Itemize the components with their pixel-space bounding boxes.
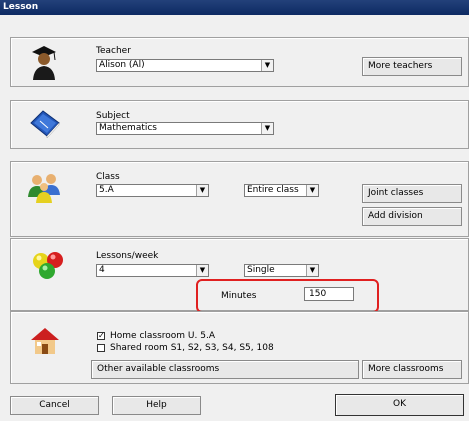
rooms-panel: ✓ Home classroom U. 5.A Shared room S1, … — [10, 311, 469, 384]
chevron-down-icon[interactable]: ▼ — [196, 185, 208, 196]
more-teachers-button[interactable]: More teachers — [362, 57, 462, 76]
subject-label: Subject — [96, 111, 130, 121]
joint-classes-button[interactable]: Joint classes — [362, 184, 462, 203]
class-label: Class — [96, 172, 120, 182]
teacher-select[interactable]: Alison (Al) ▼ — [96, 59, 274, 72]
teacher-icon — [32, 46, 56, 80]
window-title: Lesson — [0, 0, 469, 15]
class-select-value: 5.A — [99, 185, 114, 195]
chevron-down-icon[interactable]: ▼ — [306, 265, 318, 276]
lessons-per-week-label: Lessons/week — [96, 251, 159, 261]
lesson-dialog: Teacher Alison (Al) ▼ More teachers Subj… — [0, 15, 469, 421]
shared-room-checkbox[interactable] — [97, 344, 105, 352]
subject-select[interactable]: Mathematics ▼ — [96, 122, 274, 135]
teacher-select-value: Alison (Al) — [99, 60, 145, 70]
lessons-count-select[interactable]: 4 ▼ — [96, 264, 209, 277]
house-icon — [31, 328, 59, 354]
class-panel: Class 5.A ▼ Entire class ▼ Joint classes… — [10, 161, 469, 237]
lesson-type-value: Single — [247, 265, 275, 275]
lessons-panel: Lessons/week 4 ▼ Single ▼ Minutes 150 — [10, 238, 469, 313]
subject-select-value: Mathematics — [99, 123, 157, 133]
teacher-label: Teacher — [96, 46, 131, 56]
chevron-down-icon[interactable]: ▼ — [261, 60, 273, 71]
home-classroom-checkbox[interactable]: ✓ — [97, 332, 105, 340]
other-classrooms-button[interactable]: Other available classrooms — [91, 360, 359, 379]
shared-room-label: Shared room S1, S2, S3, S4, S5, 108 — [110, 343, 274, 353]
lesson-type-select[interactable]: Single ▼ — [244, 264, 319, 277]
add-division-button[interactable]: Add division — [362, 207, 462, 226]
lessons-count-value: 4 — [99, 265, 105, 275]
help-button[interactable]: Help — [112, 396, 201, 415]
class-scope-value: Entire class — [247, 185, 299, 195]
chevron-down-icon[interactable]: ▼ — [196, 265, 208, 276]
teacher-panel: Teacher Alison (Al) ▼ More teachers — [10, 37, 469, 87]
class-select[interactable]: 5.A ▼ — [96, 184, 209, 197]
students-icon — [28, 174, 60, 203]
class-scope-select[interactable]: Entire class ▼ — [244, 184, 319, 197]
chevron-down-icon[interactable]: ▼ — [306, 185, 318, 196]
book-icon — [30, 110, 60, 139]
balls-icon — [33, 252, 63, 279]
subject-panel: Subject Mathematics ▼ — [10, 100, 469, 149]
ok-button[interactable]: OK — [335, 394, 464, 416]
minutes-highlight — [196, 279, 379, 313]
home-classroom-label: Home classroom U. 5.A — [110, 331, 215, 341]
chevron-down-icon[interactable]: ▼ — [261, 123, 273, 134]
more-classrooms-button[interactable]: More classrooms — [362, 360, 462, 379]
cancel-button[interactable]: Cancel — [10, 396, 99, 415]
